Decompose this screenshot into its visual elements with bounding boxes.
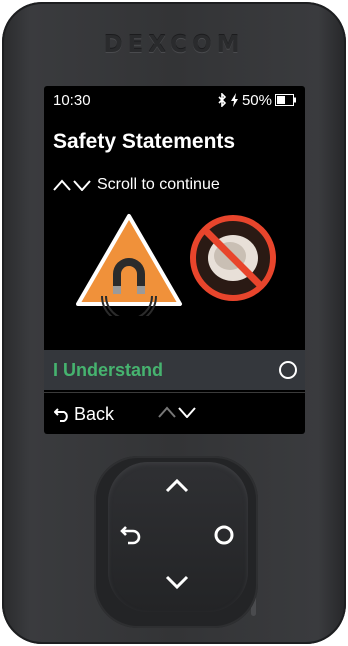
i-understand-label: I Understand [53, 359, 164, 380]
dpad-back-button[interactable] [120, 524, 142, 546]
status-indicators: 50% [218, 92, 297, 109]
back-label: Back [74, 403, 115, 424]
dpad [108, 462, 248, 612]
receiver-screen: 10:30 50% Safety Statements Scroll to co… [44, 86, 305, 434]
battery-icon [275, 94, 296, 106]
safety-icons [76, 214, 276, 316]
dpad-up-button[interactable] [164, 478, 190, 494]
dpad-down-button[interactable] [164, 574, 190, 590]
scroll-chevrons-icon [53, 179, 91, 191]
bluetooth-icon [218, 93, 227, 107]
page-title: Safety Statements [53, 130, 236, 153]
scroll-hint-text: Scroll to continue [97, 176, 220, 193]
back-button[interactable]: Back [54, 404, 114, 425]
scroll-hint: Scroll to continue [53, 176, 220, 194]
back-arrow-icon [54, 408, 68, 422]
dpad-select-button[interactable] [213, 524, 235, 546]
status-time: 10:30 [53, 91, 91, 109]
brand-logo: DEXCOM [103, 32, 245, 58]
magnet-warning-icon [76, 214, 182, 316]
up-down-hint-icon [158, 406, 196, 418]
no-tablet-icon [190, 215, 276, 301]
charging-bolt-icon [230, 93, 238, 107]
radio-circle-icon[interactable] [279, 361, 297, 379]
screen-footer: Back [44, 392, 305, 434]
i-understand-option[interactable]: I Understand [44, 350, 305, 390]
battery-percent: 50% [241, 91, 272, 109]
status-bar: 10:30 50% [53, 91, 297, 109]
